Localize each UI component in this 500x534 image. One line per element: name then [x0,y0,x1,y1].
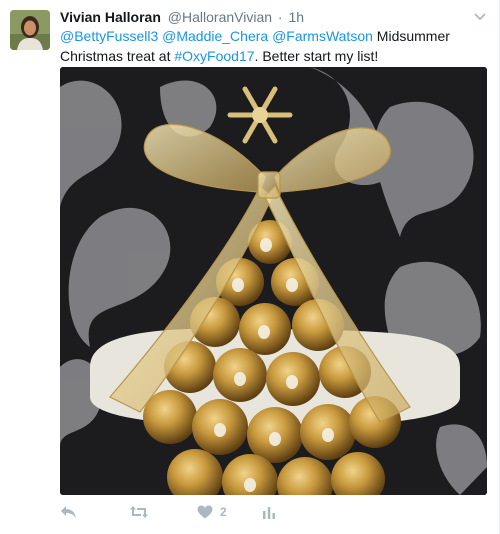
tweet-photo[interactable] [60,67,487,495]
mention-link[interactable]: @BettyFussell3 [60,28,158,44]
chevron-down-icon[interactable] [473,10,487,22]
like-button[interactable]: 2 [197,500,227,524]
mention-link[interactable]: @Maddie_Chera [162,28,268,44]
heart-icon [197,505,213,519]
retweet-icon [129,505,149,519]
analytics-icon [262,505,276,519]
tweet-header: Vivian Halloran @HalloranVivian · 1h [60,8,304,28]
avatar[interactable] [10,10,50,50]
author-fullname[interactable]: Vivian Halloran [60,9,161,25]
tweet-timestamp[interactable]: 1h [288,9,304,25]
separator-dot: · [277,9,283,25]
analytics-button[interactable] [262,500,276,524]
tweet-body-text: . Better start my list! [254,48,379,64]
like-count: 2 [220,505,227,519]
tweet-actions: 2 [60,500,480,524]
reply-icon [60,505,77,519]
hashtag-link[interactable]: #OxyFood17 [174,48,254,64]
author-username[interactable]: @HalloranVivian [168,9,272,25]
tweet: Vivian Halloran @HalloranVivian · 1h @Be… [0,0,500,534]
tweet-text: @BettyFussell3 @Maddie_Chera @FarmsWatso… [60,26,480,66]
reply-button[interactable] [60,500,77,524]
mention-link[interactable]: @FarmsWatson [272,28,373,44]
retweet-button[interactable] [129,500,149,524]
